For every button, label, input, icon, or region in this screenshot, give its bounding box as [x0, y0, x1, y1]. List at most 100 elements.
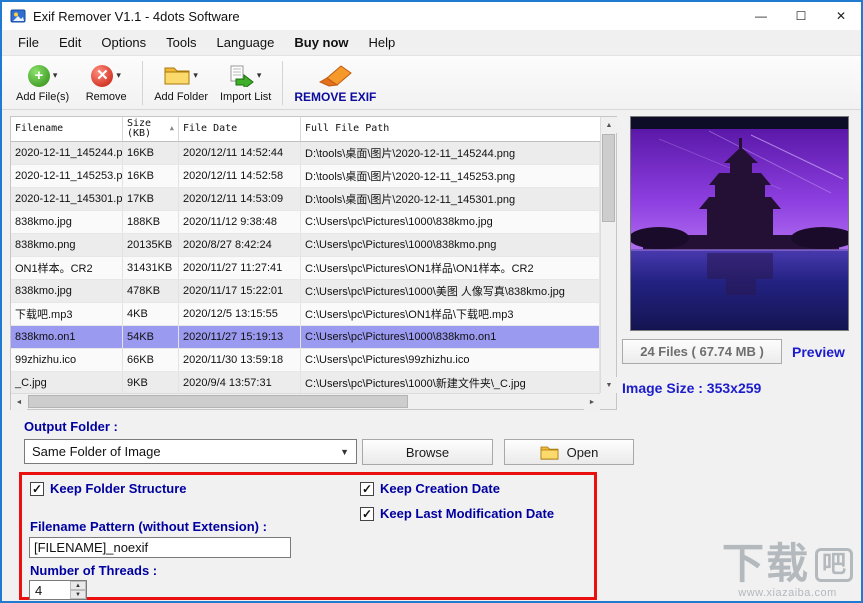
- minimize-button[interactable]: —: [741, 2, 781, 30]
- table-row[interactable]: 2020-12-11_145253.png 16KB 2020/12/11 14…: [11, 165, 600, 188]
- cell-size: 16KB: [123, 142, 179, 165]
- output-folder-select[interactable]: Same Folder of Image ▼: [24, 439, 357, 464]
- file-table: Filename Size (KB)▲ File Date Full File …: [10, 116, 617, 410]
- keep-folder-structure-label: Keep Folder Structure: [50, 481, 187, 496]
- cell-path: C:\Users\pc\Pictures\99zhizhu.ico: [301, 349, 600, 372]
- vertical-scroll-thumb[interactable]: [602, 134, 615, 222]
- menu-language[interactable]: Language: [207, 30, 285, 56]
- remove-exif-label: REMOVE EXIF: [294, 90, 376, 104]
- stepper-down-button[interactable]: ▼: [70, 590, 86, 599]
- table-row[interactable]: _C.jpg 9KB 2020/9/4 13:57:31 C:\Users\pc…: [11, 372, 600, 393]
- column-header-date[interactable]: File Date: [179, 117, 301, 141]
- remove-cross-icon: ✕: [91, 65, 113, 87]
- column-header-path[interactable]: Full File Path: [301, 117, 616, 141]
- checkbox-check-icon: ✓: [360, 507, 374, 521]
- maximize-button[interactable]: ☐: [781, 2, 821, 30]
- menu-options[interactable]: Options: [91, 30, 156, 56]
- window-controls: — ☐ ✕: [741, 2, 861, 30]
- threads-stepper[interactable]: ▲ ▼: [29, 580, 87, 600]
- add-folder-button[interactable]: ▾ Add Folder: [148, 61, 214, 105]
- browse-label: Browse: [406, 445, 449, 460]
- import-arrow-icon: [230, 65, 254, 87]
- cell-size: 16KB: [123, 165, 179, 188]
- sort-indicator-icon: ▲: [170, 125, 174, 132]
- cell-path: D:\tools\桌面\图片\2020-12-11_145253.png: [301, 165, 600, 188]
- table-row[interactable]: 838kmo.png 20135KB 2020/8/27 8:42:24 C:\…: [11, 234, 600, 257]
- remove-button[interactable]: ✕ ▾ Remove: [75, 61, 137, 105]
- table-row[interactable]: 838kmo.jpg 188KB 2020/11/12 9:38:48 C:\U…: [11, 211, 600, 234]
- horizontal-scrollbar[interactable]: ◄ ►: [11, 393, 600, 409]
- keep-folder-structure-checkbox[interactable]: ✓ Keep Folder Structure: [30, 481, 187, 496]
- chevron-down-icon: ▼: [340, 447, 349, 457]
- toolbar-separator: [282, 61, 283, 105]
- menu-edit[interactable]: Edit: [49, 30, 91, 56]
- column-header-label: Filename: [15, 124, 63, 135]
- scroll-down-button[interactable]: ▼: [601, 377, 617, 393]
- scroll-up-button[interactable]: ▲: [601, 117, 617, 133]
- add-files-button[interactable]: + ▾ Add File(s): [10, 61, 75, 105]
- cell-date: 2020/9/4 13:57:31: [179, 372, 301, 393]
- chevron-down-icon[interactable]: ▾: [53, 70, 58, 81]
- cell-date: 2020/12/11 14:52:44: [179, 142, 301, 165]
- title-bar: Exif Remover V1.1 - 4dots Software — ☐ ✕: [2, 2, 861, 30]
- scroll-right-button[interactable]: ►: [584, 394, 600, 410]
- cell-size: 9KB: [123, 372, 179, 393]
- table-row[interactable]: 2020-12-11_145301.png 17KB 2020/12/11 14…: [11, 188, 600, 211]
- watermark-text: 下载: [722, 542, 810, 586]
- watermark-url: www.xiazaiba.com: [722, 587, 853, 599]
- import-list-button[interactable]: ▾ Import List: [214, 61, 277, 105]
- menu-help[interactable]: Help: [359, 30, 406, 56]
- horizontal-scroll-thumb[interactable]: [28, 395, 408, 408]
- table-row[interactable]: 2020-12-11_145244.png 16KB 2020/12/11 14…: [11, 142, 600, 165]
- scrollbar-corner: [600, 393, 616, 409]
- cell-filename: 2020-12-11_145253.png: [11, 165, 123, 188]
- column-header-label: Full File Path: [305, 124, 389, 135]
- cell-date: 2020/12/11 14:53:09: [179, 188, 301, 211]
- remove-label: Remove: [86, 91, 127, 103]
- cell-size: 54KB: [123, 326, 179, 349]
- cell-size: 66KB: [123, 349, 179, 372]
- files-count-button[interactable]: 24 Files ( 67.74 MB ): [622, 339, 782, 364]
- cell-date: 2020/8/27 8:42:24: [179, 234, 301, 257]
- cell-date: 2020/11/17 15:22:01: [179, 280, 301, 303]
- scroll-left-button[interactable]: ◄: [11, 394, 27, 410]
- cell-size: 31431KB: [123, 257, 179, 280]
- app-icon: [10, 8, 26, 24]
- table-row[interactable]: 838kmo.jpg 478KB 2020/11/17 15:22:01 C:\…: [11, 280, 600, 303]
- menu-tools[interactable]: Tools: [156, 30, 206, 56]
- table-body: 2020-12-11_145244.png 16KB 2020/12/11 14…: [11, 142, 600, 393]
- table-row[interactable]: 99zhizhu.ico 66KB 2020/11/30 13:59:18 C:…: [11, 349, 600, 372]
- keep-creation-date-checkbox[interactable]: ✓ Keep Creation Date: [360, 481, 500, 496]
- cell-size: 4KB: [123, 303, 179, 326]
- add-plus-icon: +: [28, 65, 50, 87]
- menu-file[interactable]: File: [8, 30, 49, 56]
- filename-pattern-input[interactable]: [29, 537, 291, 558]
- cell-path: D:\tools\桌面\图片\2020-12-11_145301.png: [301, 188, 600, 211]
- cell-filename: 838kmo.on1: [11, 326, 123, 349]
- cell-size: 20135KB: [123, 234, 179, 257]
- menu-buy-now[interactable]: Buy now: [284, 30, 358, 56]
- browse-button[interactable]: Browse: [362, 439, 493, 465]
- open-button[interactable]: Open: [504, 439, 634, 465]
- cell-size: 17KB: [123, 188, 179, 211]
- keep-last-modification-date-label: Keep Last Modification Date: [380, 506, 554, 521]
- menu-bar: File Edit Options Tools Language Buy now…: [2, 30, 861, 56]
- table-row-selected[interactable]: 838kmo.on1 54KB 2020/11/27 15:19:13 C:\U…: [11, 326, 600, 349]
- column-header-size[interactable]: Size (KB)▲: [123, 117, 179, 141]
- remove-exif-button[interactable]: REMOVE EXIF: [288, 60, 382, 106]
- keep-last-modification-date-checkbox[interactable]: ✓ Keep Last Modification Date: [360, 506, 554, 521]
- table-row[interactable]: ON1样本。CR2 31431KB 2020/11/27 11:27:41 C:…: [11, 257, 600, 280]
- chevron-down-icon[interactable]: ▾: [257, 70, 262, 81]
- output-folder-label: Output Folder :: [24, 419, 118, 434]
- table-row[interactable]: 下载吧.mp3 4KB 2020/12/5 13:15:55 C:\Users\…: [11, 303, 600, 326]
- cell-path: C:\Users\pc\Pictures\1000\新建文件夹\_C.jpg: [301, 372, 600, 393]
- stepper-up-button[interactable]: ▲: [70, 581, 86, 590]
- cell-size: 188KB: [123, 211, 179, 234]
- cell-filename: 838kmo.png: [11, 234, 123, 257]
- close-button[interactable]: ✕: [821, 2, 861, 30]
- chevron-down-icon[interactable]: ▾: [193, 70, 198, 81]
- column-header-filename[interactable]: Filename: [11, 117, 123, 141]
- chevron-down-icon[interactable]: ▾: [116, 70, 121, 81]
- threads-input[interactable]: [30, 581, 70, 599]
- vertical-scrollbar[interactable]: ▲ ▼: [600, 117, 616, 393]
